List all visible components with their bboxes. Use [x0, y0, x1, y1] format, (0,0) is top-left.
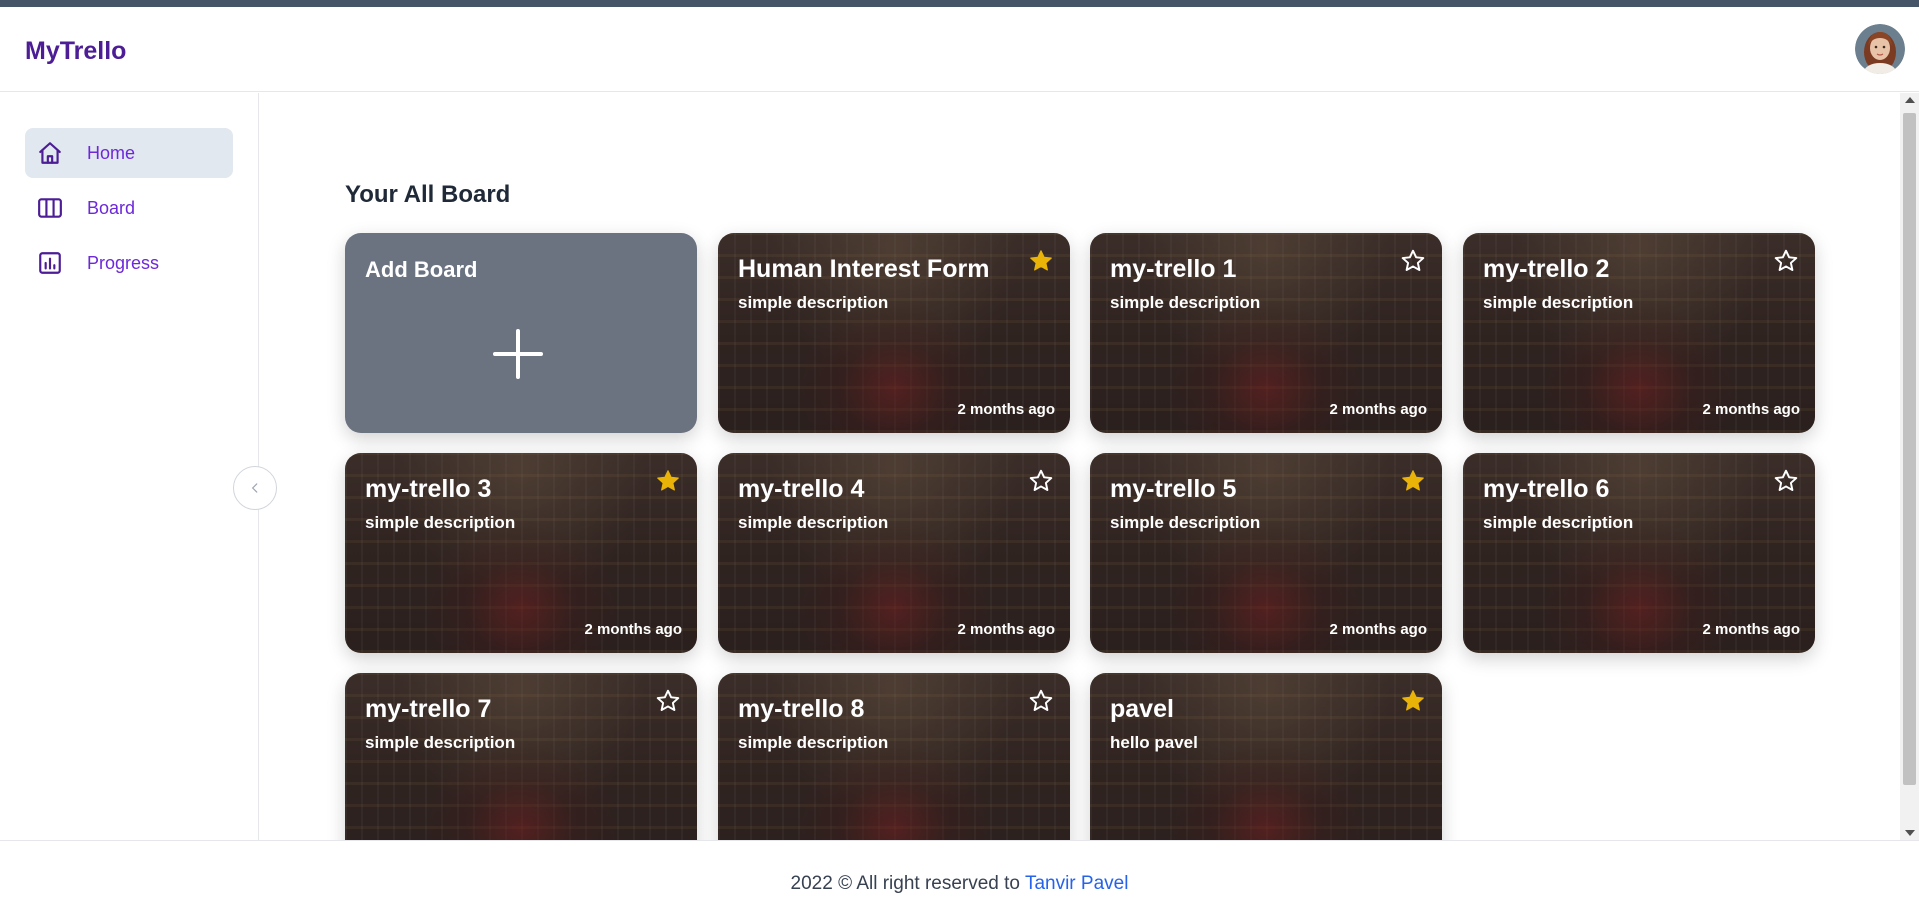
footer-text: 2022 © All right reserved to: [790, 873, 1021, 894]
board-title: Human Interest Form: [738, 255, 990, 283]
avatar-image: [1855, 24, 1905, 74]
board-description: simple description: [1483, 293, 1634, 312]
sidebar: Home Board Progress: [0, 93, 259, 840]
board-card[interactable]: pavel hello pavel: [1090, 673, 1442, 840]
board-card[interactable]: my-trello 1 simple description 2 months ag…: [1090, 233, 1442, 433]
board-description: simple description: [365, 513, 516, 532]
board-description: simple description: [738, 733, 889, 752]
board-timestamp: 2 months ago: [1329, 401, 1427, 418]
board-title: my-trello 2: [1483, 255, 1610, 283]
sidebar-item-label: Progress: [87, 252, 160, 273]
footer: 2022 © All right reserved to Tanvir Pave…: [0, 840, 1919, 917]
sidebar-item-label: Home: [87, 142, 136, 163]
board-timestamp: 2 months ago: [1702, 401, 1800, 418]
board-card[interactable]: Human Interest Form simple description 2 m…: [718, 233, 1070, 433]
board-title: my-trello 8: [738, 695, 865, 723]
star-filled-icon[interactable]: [1028, 248, 1054, 274]
board-title: my-trello 4: [738, 475, 865, 503]
board-description: simple description: [365, 733, 516, 752]
columns-icon: [37, 195, 63, 221]
avatar[interactable]: [1855, 24, 1905, 74]
plus-icon: [493, 329, 543, 379]
board-card[interactable]: my-trello 6 simple description 2 months ag…: [1463, 453, 1815, 653]
sidebar-item-board[interactable]: Board: [25, 183, 233, 233]
scroll-down-arrow[interactable]: [1905, 830, 1915, 836]
board-description: simple description: [1110, 293, 1261, 312]
add-board-label: Add Board: [365, 257, 478, 282]
header: MyTrello: [0, 7, 1919, 92]
star-outline-icon[interactable]: [1773, 248, 1799, 274]
star-outline-icon[interactable]: [1773, 468, 1799, 494]
board-title: my-trello 1: [1110, 255, 1237, 283]
board-description: simple description: [1110, 513, 1261, 532]
board-timestamp: 2 months ago: [1702, 621, 1800, 638]
board-description: simple description: [738, 513, 889, 532]
board-card[interactable]: my-trello 3 simple description 2 months ag…: [345, 453, 697, 653]
home-icon: [37, 140, 63, 166]
author-link[interactable]: Tanvir Pavel: [1025, 873, 1129, 894]
star-filled-icon[interactable]: [1400, 468, 1426, 494]
board-timestamp: 2 months ago: [957, 621, 1055, 638]
board-card[interactable]: my-trello 7 simple description: [345, 673, 697, 840]
main-content: Your All Board Add Board Human Interest …: [260, 93, 1900, 840]
board-title: my-trello 3: [365, 475, 492, 503]
top-strip: [0, 0, 1919, 7]
board-timestamp: 2 months ago: [584, 621, 682, 638]
board-card[interactable]: my-trello 2 simple description 2 months ag…: [1463, 233, 1815, 433]
sidebar-item-progress[interactable]: Progress: [25, 238, 233, 288]
board-description: hello pavel: [1110, 733, 1198, 752]
star-filled-icon[interactable]: [1400, 688, 1426, 714]
chart-icon: [37, 250, 63, 276]
star-outline-icon[interactable]: [1400, 248, 1426, 274]
board-description: simple description: [738, 293, 889, 312]
board-card[interactable]: my-trello 5 simple description 2 months ag…: [1090, 453, 1442, 653]
star-filled-icon[interactable]: [655, 468, 681, 494]
board-title: my-trello 6: [1483, 475, 1610, 503]
scroll-thumb[interactable]: [1903, 113, 1916, 785]
scrollbar[interactable]: [1900, 93, 1919, 840]
scroll-up-arrow[interactable]: [1905, 97, 1915, 103]
sidebar-item-label: Board: [87, 197, 136, 218]
star-outline-icon[interactable]: [1028, 468, 1054, 494]
page-title: Your All Board: [345, 181, 511, 208]
board-card[interactable]: my-trello 4 simple description 2 months ag…: [718, 453, 1070, 653]
add-board-card[interactable]: Add Board: [345, 233, 697, 433]
star-outline-icon[interactable]: [1028, 688, 1054, 714]
board-title: my-trello 7: [365, 695, 492, 723]
board-timestamp: 2 months ago: [957, 401, 1055, 418]
sidebar-item-home[interactable]: Home: [25, 128, 233, 178]
board-card[interactable]: my-trello 8 simple description: [718, 673, 1070, 840]
brand-logo[interactable]: MyTrello: [25, 37, 126, 66]
board-title: my-trello 5: [1110, 475, 1237, 503]
board-timestamp: 2 months ago: [1329, 621, 1427, 638]
star-outline-icon[interactable]: [655, 688, 681, 714]
board-description: simple description: [1483, 513, 1634, 532]
board-title: pavel: [1110, 695, 1174, 723]
